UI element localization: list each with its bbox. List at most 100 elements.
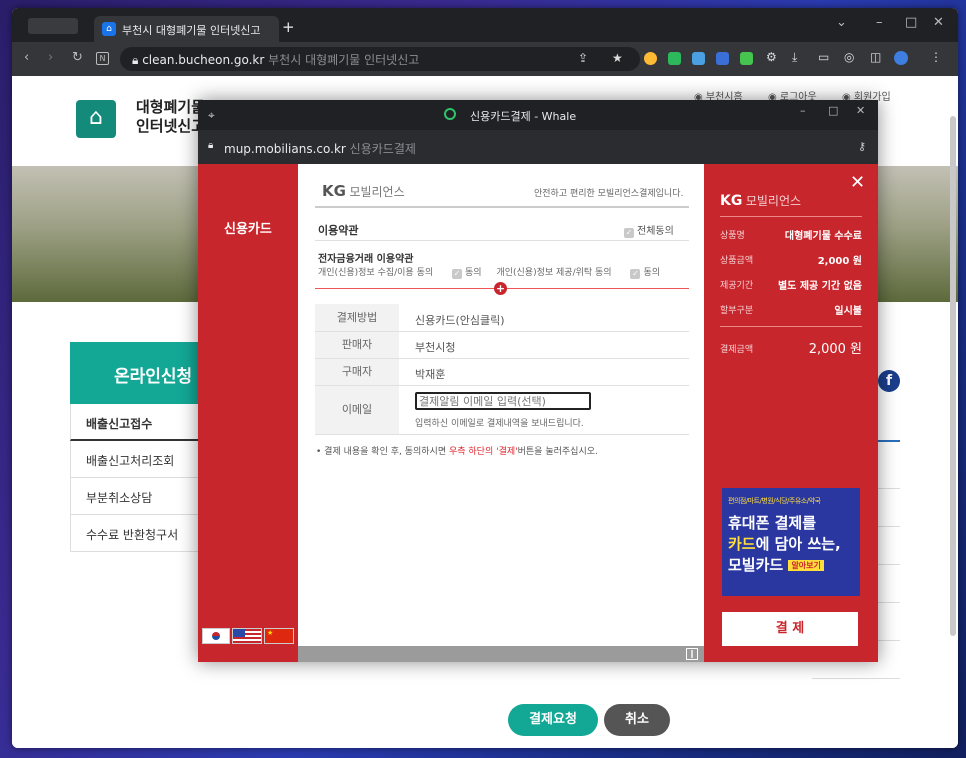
popup-url-title: 신용카드결제	[349, 142, 416, 156]
privacy-collect-label: 개인(신용)정보 수집/이용 동의	[318, 268, 434, 278]
menu-kebab-icon[interactable]: ⋮	[930, 50, 942, 64]
new-tab-button[interactable]: +	[282, 18, 295, 36]
info-row-email: 이메일 입력하신 이메일로 결제내역을 보내드립니다.	[315, 386, 689, 435]
popup-minimize-icon[interactable]: –	[800, 104, 806, 117]
ad-line1: 휴대폰 결제를	[728, 514, 817, 532]
reload-icon[interactable]: ↻	[72, 50, 83, 65]
cancel-button[interactable]: 취소	[604, 704, 670, 736]
brand-name: 모빌리언스	[745, 194, 802, 208]
page-scrollbar[interactable]	[950, 116, 956, 636]
capture-icon[interactable]: ◎	[844, 50, 854, 64]
resize-grip-icon[interactable]: ‖	[686, 648, 698, 660]
checkbox-icon: ✓	[630, 269, 641, 279]
url-field[interactable]: 🔒︎ clean.bucheon.go.kr 부천시 대형폐기물 인터넷신고	[120, 47, 640, 71]
maximize-icon[interactable]: □	[905, 15, 917, 30]
tab-list-icon[interactable]: ⌄	[836, 15, 847, 30]
menu-credit-card[interactable]: 신용카드	[224, 218, 272, 237]
popup-lock-icon: 🔒︎	[208, 140, 214, 151]
sidebar-item-receipt[interactable]: 배출신고접수	[70, 404, 206, 441]
site-logo-icon[interactable]: ⌂	[76, 100, 116, 138]
logo-line1: 대형폐기물	[136, 98, 206, 116]
download-icon[interactable]: ⤓	[792, 50, 797, 65]
bookmark-star-icon[interactable]: ★	[612, 51, 623, 65]
popup-titlebar: ⌖ 신용카드결제 - Whale – □ ✕	[198, 100, 878, 130]
forward-icon[interactable]: ›	[48, 50, 53, 65]
summary-value: 별도 제공 기간 없음	[777, 281, 862, 292]
site-logo-text[interactable]: 대형폐기물 인터넷신고	[136, 98, 205, 136]
extension-icon-5[interactable]	[740, 52, 753, 65]
email-input[interactable]	[415, 392, 591, 410]
extension-icon-1[interactable]	[644, 52, 657, 65]
summary-close-icon[interactable]: ✕	[850, 172, 865, 193]
home-icon[interactable]: N	[96, 52, 109, 65]
info-label: 구매자	[315, 359, 399, 385]
mobilians-logo: KG 모빌리언스	[322, 182, 405, 200]
ad-line2-highlight: 카드	[728, 535, 756, 553]
mobilcard-ad-banner[interactable]: 편의점/마트/병원/식당/주유소/약국 휴대폰 결제를 카드에 담아 쓰는, 모…	[722, 488, 860, 596]
back-icon[interactable]: ‹	[24, 50, 29, 65]
key-icon[interactable]: ⚷	[858, 140, 866, 153]
pay-button[interactable]: 결 제	[722, 612, 858, 646]
share-icon[interactable]: ⇪	[578, 51, 588, 65]
facebook-icon[interactable]: f	[878, 370, 900, 392]
info-row-seller: 판매자 부천시청	[315, 332, 689, 359]
popup-close-icon[interactable]: ✕	[856, 104, 865, 117]
minimize-icon[interactable]: –	[876, 15, 883, 30]
brand-name: 모빌리언스	[349, 185, 405, 199]
sidebar-item-partial-cancel[interactable]: 부분취소상담	[70, 478, 206, 515]
sidebar: 온라인신청 배출신고접수 배출신고처리조회 부분취소상담 수수료 반환청구서	[70, 342, 206, 552]
info-label: 결제방법	[315, 304, 399, 331]
divider	[812, 678, 900, 679]
pin-icon[interactable]: ⌖	[208, 108, 215, 123]
expand-plus-icon[interactable]: +	[494, 282, 507, 295]
url-host: clean.bucheon.go.kr	[142, 53, 265, 67]
total-value: 2,000 원	[808, 342, 862, 357]
ef-terms-title: 전자금융거래 이용약관	[318, 254, 414, 265]
split-view-icon[interactable]: ◫	[870, 50, 881, 64]
popup-url-host: mup.mobilians.co.kr	[224, 142, 346, 156]
summary-value: 2,000 원	[817, 256, 862, 267]
sidebar-item-refund[interactable]: 수수료 반환청구서	[70, 515, 206, 552]
sidebar-panel-icon[interactable]: ▭	[818, 50, 829, 64]
info-label: 판매자	[315, 332, 399, 358]
ad-small-text: 편의점/마트/병원/식당/주유소/약국	[728, 497, 821, 505]
info-label: 이메일	[315, 386, 399, 434]
summary-label: 할부구분	[720, 306, 754, 316]
agree-label: 동의	[643, 268, 661, 278]
notice-pre: • 결제 내용을 확인 후, 동의하시면	[316, 447, 449, 457]
profile-avatar-icon[interactable]	[894, 51, 908, 65]
ad-line2: 카드에 담아 쓰는,	[728, 533, 854, 554]
brand-kg: KG	[322, 182, 346, 200]
tab-search-icon[interactable]	[28, 18, 78, 34]
extension-icon-4[interactable]	[716, 52, 729, 65]
ad-line2-rest: 에 담아 쓰는,	[755, 535, 841, 553]
extension-icon-2[interactable]	[668, 52, 681, 65]
popup-maximize-icon[interactable]: □	[828, 104, 838, 117]
ad-more-button[interactable]: 알아보기	[788, 560, 824, 571]
logo-line2: 인터넷신고	[136, 117, 206, 135]
privacy-collect-checkbox[interactable]: ✓ 동의	[452, 268, 482, 279]
pay-request-button[interactable]: 결제요청	[508, 704, 598, 736]
brand-kg: KG	[720, 193, 743, 209]
extensions-puzzle-icon[interactable]: ⚙	[766, 50, 777, 64]
payment-content: KG 모빌리언스 안전하고 편리한 모빌리언스결제입니다. 이용약관 ✓ 전체동의…	[298, 164, 704, 662]
china-flag-icon[interactable]: ★	[264, 628, 294, 644]
address-bar-row: ‹ › ↻ N 🔒︎ clean.bucheon.go.kr 부천시 대형폐기물…	[12, 42, 958, 76]
close-icon[interactable]: ✕	[933, 15, 944, 30]
info-value: 부천시청	[415, 341, 456, 354]
agree-all-checkbox[interactable]: ✓ 전체동의	[624, 222, 674, 238]
notice-red: 우측 하단의 '결제'	[448, 447, 518, 457]
browser-tab[interactable]: ⌂ 부천시 대형폐기물 인터넷신고	[94, 16, 279, 42]
korean-flag-icon[interactable]	[202, 628, 230, 644]
us-flag-icon[interactable]	[232, 628, 262, 644]
payment-summary-panel: KG 모빌리언스 ✕ 상품명 대형폐기물 수수료 상품금액 2,000 원 제공…	[704, 164, 878, 662]
extension-icon-3[interactable]	[692, 52, 705, 65]
horizontal-scrollbar[interactable]	[298, 646, 704, 662]
sidebar-item-status[interactable]: 배출신고처리조회	[70, 441, 206, 478]
info-value: 신용카드(안심클릭)	[415, 314, 505, 327]
terms-title: 이용약관	[318, 224, 359, 237]
privacy-provide-checkbox[interactable]: ✓ 동의	[630, 268, 661, 279]
divider	[315, 206, 689, 208]
divider	[720, 216, 862, 217]
notice-text: • 결제 내용을 확인 후, 동의하시면 우측 하단의 '결제'버튼을 눌러주십…	[316, 444, 598, 457]
